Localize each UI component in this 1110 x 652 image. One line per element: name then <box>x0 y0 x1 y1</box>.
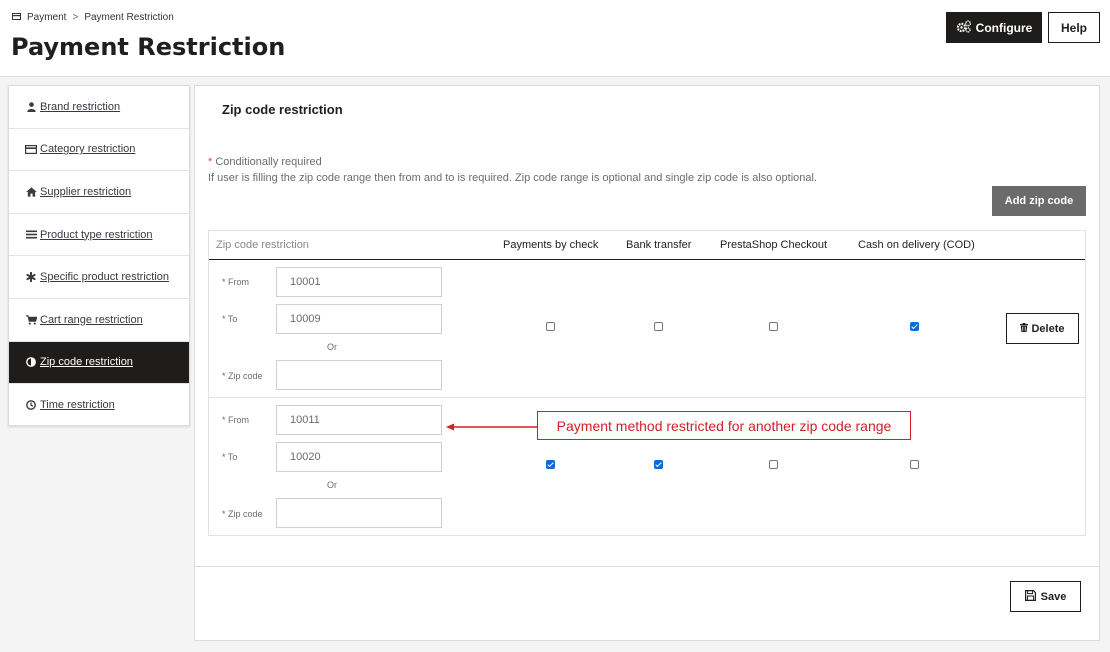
column-prestashop-checkout: PrestaShop Checkout <box>720 239 828 251</box>
configure-button[interactable]: Configure <box>946 12 1042 43</box>
to-label: * To <box>222 452 238 462</box>
breadcrumb-separator: > <box>72 12 79 23</box>
info-note: If user is filling the zip code range th… <box>208 172 818 184</box>
required-note: * Conditionally required <box>208 156 322 168</box>
save-button[interactable]: Save <box>1010 581 1081 612</box>
sidebar-item-brand[interactable]: Brand restriction <box>9 86 189 129</box>
sidebar: Brand restriction Category restriction S… <box>8 85 190 426</box>
add-zip-code-button[interactable]: Add zip code <box>992 186 1086 216</box>
configure-label: Configure <box>975 20 1033 35</box>
annotation-callout: Payment method restricted for another zi… <box>537 411 911 440</box>
column-bank-transfer: Bank transfer <box>626 239 692 251</box>
table-header: Zip code restriction Payments by check B… <box>209 231 1085 260</box>
page-title: Payment Restriction <box>11 33 286 61</box>
help-button[interactable]: Help <box>1048 12 1100 43</box>
sidebar-item-label: Zip code restriction <box>40 356 133 369</box>
cash-on-delivery-checkbox[interactable] <box>910 460 919 469</box>
panel-footer-divider <box>195 566 1099 567</box>
column-payments-by-check: Payments by check <box>503 239 599 251</box>
breadcrumb-current: Payment Restriction <box>84 12 174 23</box>
to-input[interactable] <box>276 304 442 334</box>
from-label: * From <box>222 277 249 287</box>
sidebar-item-product-type[interactable]: Product type restriction <box>9 214 189 257</box>
prestashop-checkout-checkbox[interactable] <box>769 460 778 469</box>
column-cash-on-delivery: Cash on delivery (COD) <box>858 239 975 251</box>
zip-code-input[interactable] <box>276 360 442 390</box>
from-label: * From <box>222 415 249 425</box>
sidebar-item-label: Brand restriction <box>40 100 121 113</box>
annotation-arrow <box>446 423 537 431</box>
sidebar-item-specific-product[interactable]: Specific product restriction <box>9 256 189 299</box>
or-text: Or <box>327 480 337 490</box>
help-label: Help <box>1060 20 1087 35</box>
table-row: * From * To Or * Zip code Delete <box>209 260 1085 398</box>
zip-code-panel: Zip code restriction * Conditionally req… <box>194 85 1100 641</box>
user-icon <box>25 102 37 112</box>
to-input[interactable] <box>276 442 442 472</box>
or-text: Or <box>327 342 337 352</box>
trash-icon <box>1020 322 1029 335</box>
from-input[interactable] <box>276 405 442 435</box>
sidebar-item-label: Supplier restriction <box>40 185 132 198</box>
list-icon <box>25 230 37 239</box>
sidebar-item-label: Time restriction <box>40 399 115 412</box>
card-icon <box>25 144 37 154</box>
bank-transfer-checkbox[interactable] <box>654 322 663 331</box>
prestashop-checkout-checkbox[interactable] <box>769 322 778 331</box>
sidebar-item-category[interactable]: Category restriction <box>9 129 189 172</box>
floppy-disk-icon <box>1024 589 1036 604</box>
delete-label: Delete <box>1031 322 1065 335</box>
payments-by-check-checkbox[interactable] <box>546 460 555 469</box>
bank-transfer-checkbox[interactable] <box>654 460 663 469</box>
zip-code-table: Zip code restriction Payments by check B… <box>208 230 1086 536</box>
gears-icon <box>956 19 972 36</box>
cart-icon <box>25 315 37 325</box>
cash-on-delivery-checkbox[interactable] <box>910 322 919 331</box>
zip-code-label: * Zip code <box>222 371 263 381</box>
sidebar-item-supplier[interactable]: Supplier restriction <box>9 171 189 214</box>
breadcrumb-parent[interactable]: Payment <box>27 12 66 23</box>
page-header: Payment > Payment Restriction Payment Re… <box>0 0 1110 77</box>
clock-icon <box>25 400 37 411</box>
delete-button[interactable]: Delete <box>1006 313 1079 344</box>
breadcrumb: Payment > Payment Restriction <box>12 12 174 23</box>
half-circle-icon <box>25 357 37 368</box>
sidebar-item-label: Category restriction <box>40 143 136 156</box>
sidebar-item-label: Product type restriction <box>40 228 153 241</box>
sidebar-item-zip-code[interactable]: Zip code restriction <box>9 341 189 385</box>
payments-by-check-checkbox[interactable] <box>546 322 555 331</box>
column-zip-code: Zip code restriction <box>216 239 309 251</box>
from-input[interactable] <box>276 267 442 297</box>
sidebar-item-cart-range[interactable]: Cart range restriction <box>9 299 189 342</box>
sidebar-item-label: Cart range restriction <box>40 313 143 326</box>
required-note-text: Conditionally required <box>215 156 322 168</box>
sidebar-item-label: Specific product restriction <box>40 271 169 284</box>
zip-code-input[interactable] <box>276 498 442 528</box>
sidebar-item-time[interactable]: Time restriction <box>9 384 189 427</box>
zip-code-label: * Zip code <box>222 509 263 519</box>
home-icon <box>25 187 37 197</box>
save-label: Save <box>1040 590 1067 603</box>
asterisk-icon <box>25 272 37 283</box>
to-label: * To <box>222 314 238 324</box>
credit-card-icon <box>12 12 21 23</box>
required-star: * <box>208 156 213 168</box>
panel-title: Zip code restriction <box>222 102 343 117</box>
